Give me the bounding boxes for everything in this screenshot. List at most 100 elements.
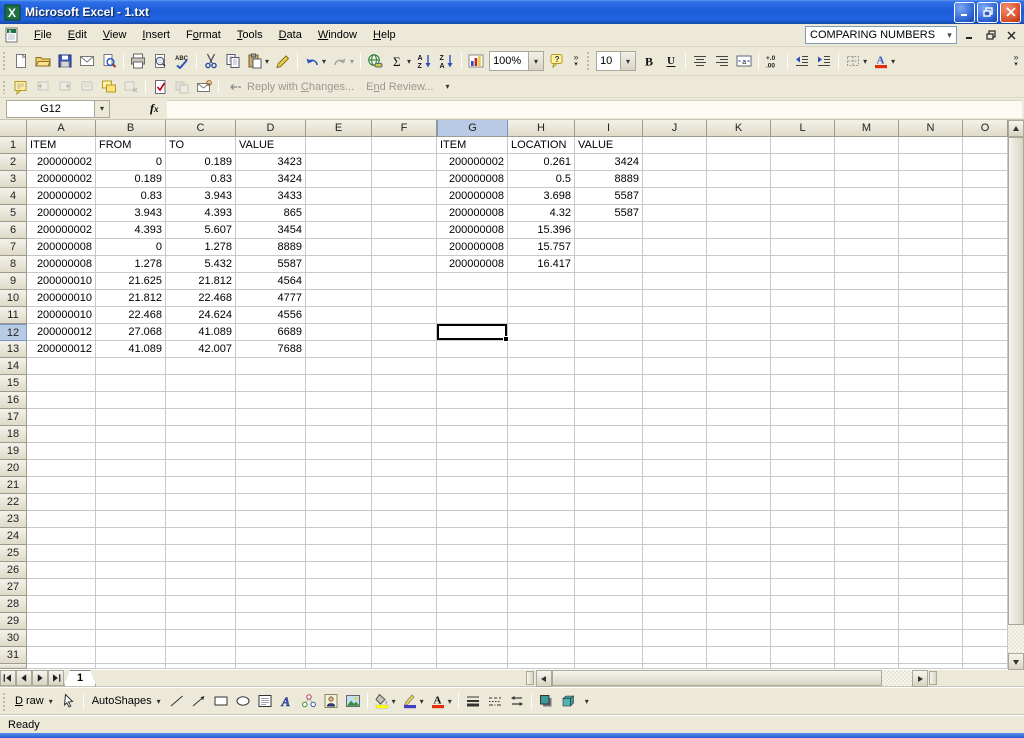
cell-L28[interactable] (771, 596, 835, 613)
cell-C13[interactable]: 42.007 (166, 341, 236, 358)
cell-A10[interactable]: 200000010 (27, 290, 96, 307)
cell-G24[interactable] (437, 528, 508, 545)
cell-H13[interactable] (508, 341, 575, 358)
cell-N22[interactable] (899, 494, 963, 511)
cell-E2[interactable] (306, 154, 372, 171)
cell-G22[interactable] (437, 494, 508, 511)
cell-C17[interactable] (166, 409, 236, 426)
cell-A29[interactable] (27, 613, 96, 630)
cell-B5[interactable]: 3.943 (96, 205, 166, 222)
select-objects-button[interactable] (58, 690, 80, 712)
cell-E22[interactable] (306, 494, 372, 511)
cell-M4[interactable] (835, 188, 899, 205)
row-header-16[interactable]: 16 (0, 392, 27, 409)
cell-E11[interactable] (306, 307, 372, 324)
wordart-button[interactable]: A (276, 690, 298, 712)
toolbar-options-chevron[interactable]: »▾ (569, 54, 583, 68)
cell-B19[interactable] (96, 443, 166, 460)
row-header-2[interactable]: 2 (0, 154, 27, 171)
previous-sheet-button[interactable] (16, 670, 32, 686)
cell-N8[interactable] (899, 256, 963, 273)
scrollbar-split-handle[interactable] (929, 671, 937, 685)
menu-data[interactable]: Data (271, 26, 310, 44)
column-header-N[interactable]: N (899, 120, 963, 137)
new-document-button[interactable] (10, 50, 32, 72)
mail-recipient-button[interactable] (193, 77, 215, 96)
cell-E15[interactable] (306, 375, 372, 392)
cell-G30[interactable] (437, 630, 508, 647)
cell-K19[interactable] (707, 443, 771, 460)
row-header-15[interactable]: 15 (0, 375, 27, 392)
cell-G8[interactable]: 200000008 (437, 256, 508, 273)
cell-E27[interactable] (306, 579, 372, 596)
menu-view[interactable]: View (95, 26, 135, 44)
cell-H26[interactable] (508, 562, 575, 579)
cell-E1[interactable] (306, 137, 372, 154)
tab-split-handle[interactable] (526, 671, 534, 685)
cell-A4[interactable]: 200000002 (27, 188, 96, 205)
cell-D13[interactable]: 7688 (236, 341, 306, 358)
cell-N18[interactable] (899, 426, 963, 443)
align-right-button[interactable] (711, 50, 733, 72)
cell-C20[interactable] (166, 460, 236, 477)
cell-J18[interactable] (643, 426, 707, 443)
row-header-6[interactable]: 6 (0, 222, 27, 239)
column-header-F[interactable]: F (372, 120, 437, 137)
row-header-28[interactable]: 28 (0, 596, 27, 613)
cell-E5[interactable] (306, 205, 372, 222)
cell-K20[interactable] (707, 460, 771, 477)
scroll-up-button[interactable] (1008, 120, 1024, 137)
menu-help[interactable]: Help (365, 26, 404, 44)
cell-L15[interactable] (771, 375, 835, 392)
restore-button[interactable] (977, 2, 998, 23)
cell-G9[interactable] (437, 273, 508, 290)
cell-I14[interactable] (575, 358, 643, 375)
cell-E13[interactable] (306, 341, 372, 358)
cell-L16[interactable] (771, 392, 835, 409)
line-style-button[interactable] (462, 690, 484, 712)
cell-G23[interactable] (437, 511, 508, 528)
cell-L12[interactable] (771, 324, 835, 341)
cell-O25[interactable] (963, 545, 1008, 562)
cell-L2[interactable] (771, 154, 835, 171)
cell-G19[interactable] (437, 443, 508, 460)
cell-M24[interactable] (835, 528, 899, 545)
cell-D30[interactable] (236, 630, 306, 647)
cell-E28[interactable] (306, 596, 372, 613)
cell-L27[interactable] (771, 579, 835, 596)
cell-B22[interactable] (96, 494, 166, 511)
cell-D27[interactable] (236, 579, 306, 596)
cell-C7[interactable]: 1.278 (166, 239, 236, 256)
threed-style-button[interactable] (557, 690, 579, 712)
cell-C18[interactable] (166, 426, 236, 443)
cell-F26[interactable] (372, 562, 437, 579)
cell-C31[interactable] (166, 647, 236, 664)
cell-A18[interactable] (27, 426, 96, 443)
cell-J16[interactable] (643, 392, 707, 409)
row-header-25[interactable]: 25 (0, 545, 27, 562)
cell-F16[interactable] (372, 392, 437, 409)
cell-N5[interactable] (899, 205, 963, 222)
cell-G16[interactable] (437, 392, 508, 409)
name-box[interactable]: G12 (6, 100, 94, 118)
cell-K17[interactable] (707, 409, 771, 426)
spelling-button[interactable]: ABC (171, 50, 193, 72)
cell-F5[interactable] (372, 205, 437, 222)
column-header-J[interactable]: J (643, 120, 707, 137)
cell-K4[interactable] (707, 188, 771, 205)
cell-I9[interactable] (575, 273, 643, 290)
show-all-comments-button[interactable] (98, 77, 120, 96)
cell-L22[interactable] (771, 494, 835, 511)
line-color-button[interactable]: ▾ (399, 690, 427, 712)
column-header-G[interactable]: G (437, 120, 508, 137)
cell-H1[interactable]: LOCATION (508, 137, 575, 154)
cell-E16[interactable] (306, 392, 372, 409)
column-header-K[interactable]: K (707, 120, 771, 137)
cell-K29[interactable] (707, 613, 771, 630)
cell-O20[interactable] (963, 460, 1008, 477)
print-preview-button[interactable] (149, 50, 171, 72)
cell-I2[interactable]: 3424 (575, 154, 643, 171)
cell-B20[interactable] (96, 460, 166, 477)
cell-D29[interactable] (236, 613, 306, 630)
cell-B18[interactable] (96, 426, 166, 443)
